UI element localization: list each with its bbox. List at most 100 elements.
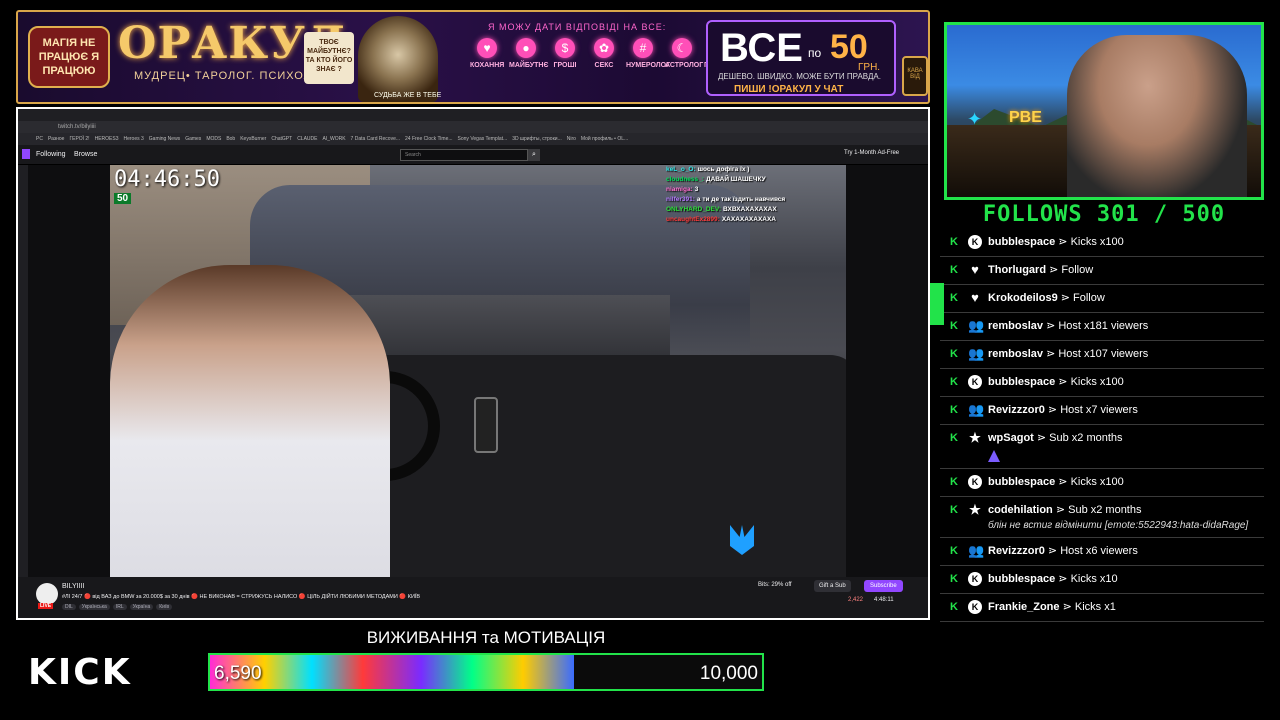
stream-tag[interactable]: IRL [112,604,127,610]
alert-body: Frankie_Zone ⋗ Kicks x1 [988,600,1116,614]
banner-future-card: ТВОЄ МАЙБУТНЄ? ТА КТО ЙОГО ЗНАЄ ? [304,32,354,84]
banner-subtitle: МУДРЕЦ• ТАРОЛОГ. ПСИХОЛОГ. [134,70,332,82]
kick-k-icon: K [950,573,958,585]
banner-category: # НУМЕРОЛОГ [626,38,670,69]
wizard-caption: СУДЬБА ЖЕ В ТЕБЕ [374,92,442,99]
alert-text: bubblespace ⋗ Kicks x100 [988,475,1124,489]
bookmark-item[interactable]: MODS [206,136,221,142]
bookmark-item[interactable]: Niro [567,136,576,142]
kick-coin-icon: K [968,375,982,389]
money-icon: $ [555,38,575,58]
stream-tag[interactable]: Україна [129,604,154,610]
chat-message: nilfer391: а ти де так їздить навчився [666,195,846,205]
chat-text: ВХВХАХАХАХАХ [723,206,777,213]
stream-video[interactable]: 04:46:50 50 [110,165,846,577]
nav-following[interactable]: Following [36,151,66,158]
alert-action: ⋗ Sub x2 months [1033,432,1123,444]
bookmark-item[interactable]: ГЕРОЇ 2! [69,136,89,142]
followed-channels-sidebar[interactable] [18,165,28,585]
alert-text: bubblespace ⋗ Kicks x100 [988,375,1124,389]
webcam-person [1067,35,1247,197]
search-input[interactable]: Search [400,149,528,161]
bookmark-item[interactable]: Games [185,136,201,142]
ad-free-button[interactable]: Try 1-Month Ad-Free [844,150,899,156]
address-bar[interactable]: twitch.tv/bilyiiii [18,121,928,133]
bookmark-item[interactable]: CLAUDE [297,136,317,142]
channel-name[interactable]: BILYIIII [62,583,84,590]
bookmark-item[interactable]: 3D шрифты, строки... [512,136,562,142]
alert-row: K K Frankie_Zone ⋗ Kicks x1 [940,594,1264,622]
alert-row: K ★ wpSagot ⋗ Sub x2 months [940,425,1264,469]
nav-browse[interactable]: Browse [74,151,97,158]
alert-text: remboslav ⋗ Host x107 viewers [988,347,1148,361]
alert-action: ⋗ Kicks x1 [1059,601,1116,613]
kick-k-icon: K [950,376,958,388]
stream-tag[interactable]: DIL [62,604,76,610]
stream-tag[interactable]: Київ [156,604,173,610]
subscribe-button[interactable]: Subscribe [864,580,903,592]
alert-username: Revizzzor0 [988,545,1045,557]
oracle-banner: МАГІЯ НЕ ПРАЦЮЄ Я ПРАЦЮЮ ОРАКУЛ МУДРЕЦ• … [16,10,930,104]
bookmark-item[interactable]: KeysBurner [240,136,266,142]
bookmark-item[interactable]: 24 Free Clock Time... [405,136,453,142]
kick-logo: KICK [28,652,132,693]
chat-username: ONLYHARD_DEV: [666,206,722,213]
bookmark-item[interactable]: Мой профиль • OL... [581,136,628,142]
alert-text: remboslav ⋗ Host x181 viewers [988,319,1148,333]
star-icon: ★ [969,502,981,517]
bookmark-item[interactable]: Разное [48,136,65,142]
gift-sub-button[interactable]: Gift a Sub [814,580,851,592]
stream-info-bar: LIVE BILYIIII #ЛІ 24/7 🔴 від ВАЗ до BMW … [18,577,928,618]
people-icon: 👥 [968,543,985,558]
goal-progress-fill [210,655,574,689]
alert-row: K Kbubblespace ⋗ Kicks x100 [940,369,1264,397]
alert-action: ⋗ Follow [1046,264,1094,276]
banner-category-label: ГРОШІ [553,62,577,69]
banner-category: ● МАЙБУТНЄ [509,38,548,69]
kick-k-icon: K [950,236,958,248]
chat-message: uncaughtEx2899: ХАХАХАХАХАХА [666,215,846,225]
bookmark-item[interactable]: Bob [226,136,235,142]
channel-avatar[interactable] [36,583,58,605]
search-icon[interactable]: ⌕ [528,149,540,161]
bits-button[interactable]: Bits: 29% off [758,582,792,588]
alert-row: K 👥 Revizzzor0 ⋗ Host x7 viewers [940,397,1264,425]
chat-username: cloudness_: [666,176,704,183]
banner-category: ✿ СЕКС [587,38,621,69]
chat-message: ONLYHARD_DEV: ВХВХАХАХАХАХ [666,205,846,215]
alert-row: K Kbubblespace ⋗ Kicks x10 [940,566,1264,594]
people-icon: 👥 [968,346,985,361]
alert-action: ⋗ Follow [1057,292,1105,304]
bookmark-item[interactable]: HEROES3 [95,136,119,142]
bookmark-item[interactable]: ChatGPT [271,136,292,142]
people-icon: 👥 [968,402,985,417]
goal-progress-bar: 6,590 10,000 [208,653,764,691]
banner-category: ♥ КОХАННЯ [470,38,504,69]
goal-title: ВИЖИВАННЯ та МОТИВАЦІЯ [366,628,606,647]
alert-username: Frankie_Zone [988,601,1060,613]
goal-current-value: 6,590 [214,663,262,684]
bookmark-item[interactable]: 7 Data Card Recove... [351,136,400,142]
chat-username: nilfer391: [666,196,695,203]
bird-logo-icon: ✦ [967,109,983,129]
alert-body: bubblespace ⋗ Kicks x100 [988,235,1124,249]
bookmark-item[interactable]: PC [36,136,43,142]
bookmark-item[interactable]: AI_WORK [322,136,345,142]
twitch-logo-icon[interactable] [22,149,30,159]
chat-message: cloudness_: ДАВАЙ ШАШЕЧКУ [666,175,846,185]
bookmark-item[interactable]: Sony Vegas Templat... [458,136,508,142]
alert-text: bubblespace ⋗ Kicks x10 [988,572,1118,586]
alert-action: ⋗ Host x6 viewers [1044,545,1138,557]
alert-body: Revizzzor0 ⋗ Host x6 viewers [988,544,1138,558]
kick-k-icon: K [950,264,958,276]
coffee-mug-icon: КАВА ВІД [902,56,928,96]
stream-tag[interactable]: Українська [78,604,110,610]
bookmark-item[interactable]: Heroes 3 [123,136,143,142]
numbers-icon: # [633,38,653,58]
browser-tab-bar[interactable] [18,109,928,121]
alert-username: bubblespace [988,376,1056,388]
wizard-image [358,16,438,102]
alert-username: Thorlugard [988,264,1047,276]
bookmark-item[interactable]: Gaming News [149,136,180,142]
alert-text: Revizzzor0 ⋗ Host x7 viewers [988,403,1138,417]
